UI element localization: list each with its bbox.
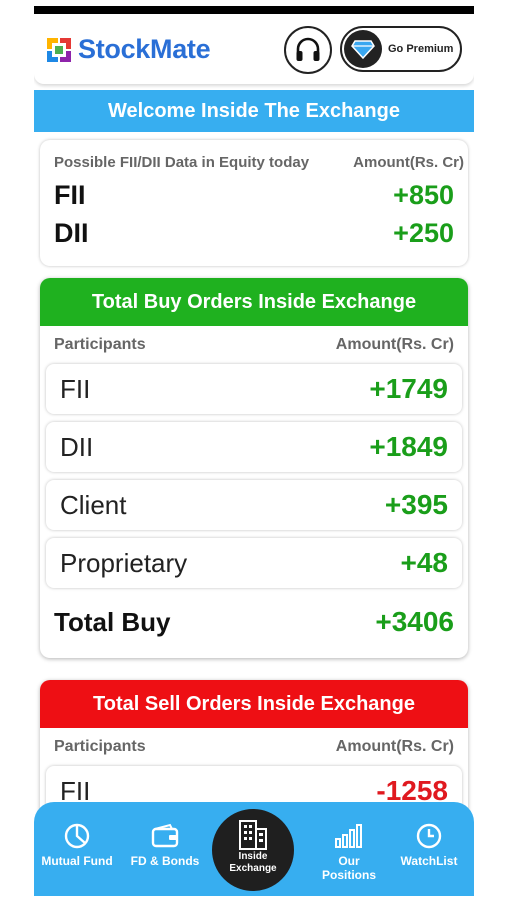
welcome-banner: Welcome Inside The Exchange	[34, 90, 474, 132]
buy-row-value: +1849	[369, 431, 448, 462]
dii-summary-row: DII +250	[54, 218, 454, 249]
buy-row-label: Client	[60, 489, 127, 520]
sell-card-title: Total Sell Orders Inside Exchange	[40, 680, 468, 728]
buy-row-value: +48	[400, 547, 449, 578]
fii-summary-value: +850	[393, 180, 454, 210]
buy-row-value: +1749	[369, 373, 448, 404]
buy-card-title: Total Buy Orders Inside Exchange	[40, 278, 468, 326]
buy-col-participants: Participants	[54, 336, 146, 353]
logo-mark-icon	[46, 37, 72, 63]
fii-summary-row: FII +850	[54, 180, 454, 211]
nav-fd-bonds[interactable]: FD & Bonds	[128, 822, 202, 868]
sell-col-participants: Participants	[54, 738, 146, 755]
fii-dii-summary-card: Possible FII/DII Data in Equity today Am…	[40, 140, 468, 266]
clock-icon	[416, 823, 442, 849]
app-screen: StockMate Go Premium Welcome Inside The …	[34, 6, 474, 896]
buy-total-row: Total Buy +3406	[40, 596, 468, 648]
app-logo[interactable]: StockMate	[46, 34, 211, 65]
dii-summary-value: +250	[393, 218, 454, 248]
buy-column-header: Participants Amount(Rs. Cr)	[40, 326, 468, 364]
fii-dii-heading: Possible FII/DII Data in Equity today Am…	[54, 154, 464, 171]
nav-watchlist[interactable]: WatchList	[392, 822, 466, 868]
nav-mutual-fund[interactable]: Mutual Fund	[40, 822, 114, 868]
buy-row-fii: FII +1749	[46, 364, 462, 414]
fii-dii-heading-right: Amount(Rs. Cr)	[353, 154, 464, 171]
nav-mutual-fund-label: Mutual Fund	[41, 854, 113, 868]
building-icon	[239, 820, 267, 850]
fii-dii-heading-left: Possible FII/DII Data in Equity today	[54, 154, 310, 171]
diamond-icon	[344, 30, 382, 68]
dii-summary-label: DII	[54, 218, 89, 248]
nav-inside-exchange-label: Inside Exchange	[229, 851, 277, 874]
buy-total-value: +3406	[375, 606, 454, 637]
buy-row-dii: DII +1849	[46, 422, 462, 472]
headphones-icon	[296, 37, 320, 61]
app-name: StockMate	[78, 34, 211, 64]
bottom-navigation: Mutual Fund FD & Bonds Inside Exchange O…	[34, 802, 474, 896]
bar-chart-icon	[335, 824, 362, 848]
pie-chart-icon	[64, 823, 90, 849]
total-buy-orders-card: Total Buy Orders Inside Exchange Partici…	[40, 278, 468, 658]
app-header: StockMate Go Premium	[34, 14, 474, 84]
go-premium-button[interactable]: Go Premium	[340, 26, 462, 72]
buy-row-value: +395	[384, 489, 448, 520]
buy-row-client: Client +395	[46, 480, 462, 530]
buy-row-label: FII	[60, 373, 91, 404]
buy-row-label: DII	[60, 431, 94, 462]
buy-total-label: Total Buy	[54, 606, 171, 637]
status-bar	[34, 6, 474, 14]
fii-summary-label: FII	[54, 180, 86, 210]
buy-row-proprietary: Proprietary +48	[46, 538, 462, 588]
nav-our-positions-label: Our Positions	[321, 854, 376, 882]
nav-our-positions[interactable]: Our Positions	[312, 822, 386, 882]
sell-col-amount: Amount(Rs. Cr)	[335, 738, 454, 755]
buy-row-label: Proprietary	[60, 547, 188, 578]
nav-fd-bonds-label: FD & Bonds	[130, 854, 200, 868]
nav-inside-exchange[interactable]: Inside Exchange	[210, 807, 296, 893]
sell-column-header: Participants Amount(Rs. Cr)	[40, 728, 468, 766]
support-button[interactable]	[284, 26, 332, 74]
wallet-icon	[151, 823, 179, 848]
go-premium-label: Go Premium	[388, 43, 454, 55]
buy-col-amount: Amount(Rs. Cr)	[335, 336, 454, 353]
nav-watchlist-label: WatchList	[400, 854, 458, 868]
